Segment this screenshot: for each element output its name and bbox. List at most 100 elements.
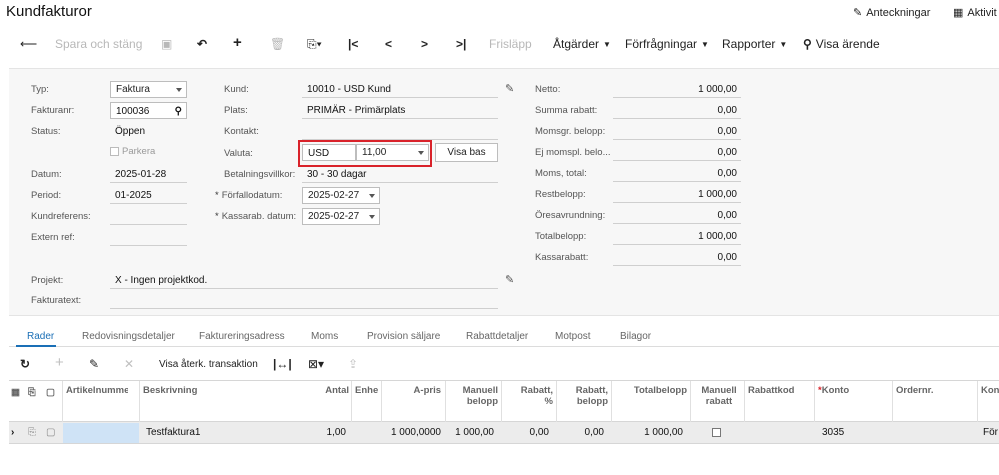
table-row[interactable]: › ⎘ ▢ Testfaktura1 1,00 1 000,0000 1 000…: [9, 422, 999, 444]
col-total[interactable]: Totalbelopp: [619, 385, 687, 396]
date-field[interactable]: 2025-01-28: [110, 166, 187, 183]
col-disc-code[interactable]: Rabattkod: [748, 385, 794, 396]
previous-record-button[interactable]: <: [385, 37, 392, 51]
total-cell[interactable]: 1 000,00: [619, 427, 683, 438]
project-field[interactable]: X - Ingen projektkod.: [110, 272, 498, 289]
external-ref-field[interactable]: [110, 229, 187, 246]
summary-label: Kassarabatt:: [535, 252, 589, 263]
back-button[interactable]: ⟵: [20, 37, 37, 51]
show-base-button[interactable]: Visa bas: [435, 143, 498, 162]
customer-ref-field[interactable]: [110, 208, 187, 225]
pencil-icon[interactable]: ✎: [505, 82, 514, 95]
tab-moms[interactable]: Moms: [311, 331, 338, 342]
search-icon[interactable]: ⚲: [175, 103, 182, 120]
desc-cell[interactable]: Testfaktura1: [146, 427, 200, 438]
due-date-field[interactable]: 2025-02-27: [302, 187, 380, 204]
customer-label: Kund:: [224, 84, 249, 95]
summary-value: 1 000,00: [613, 228, 741, 245]
col-item[interactable]: Artikelnumme: [66, 385, 128, 396]
col-account[interactable]: *Konto: [818, 385, 849, 396]
column-divider: [814, 381, 815, 423]
tab-divider: [9, 346, 999, 347]
customer-ref-label: Kundreferens:: [31, 211, 91, 222]
refresh-icon[interactable]: ↻: [20, 357, 30, 371]
copy-paste-button[interactable]: ⎘▾: [307, 37, 322, 52]
show-document-button[interactable]: ⚲ Visa ärende: [803, 37, 880, 51]
invoice-text-field[interactable]: [110, 292, 498, 309]
save-button[interactable]: ▣: [161, 37, 172, 51]
column-divider: [139, 381, 140, 423]
tab-faktureringsadress[interactable]: Faktureringsadress: [199, 331, 285, 342]
attachment-icon[interactable]: ⎘: [28, 427, 36, 438]
price-cell[interactable]: 1 000,0000: [381, 427, 441, 438]
hold-checkbox[interactable]: [110, 147, 119, 156]
summary-label: Öresavrundning:: [535, 210, 606, 221]
period-field[interactable]: 01-2025: [110, 187, 187, 204]
invoice-no-field[interactable]: 100036 ⚲: [110, 102, 187, 119]
pencil-icon[interactable]: ✎: [505, 273, 514, 286]
undo-button[interactable]: ↶: [197, 37, 207, 51]
summary-value: 0,00: [613, 165, 741, 182]
account-cell[interactable]: 3035: [822, 427, 844, 438]
delete-row-icon[interactable]: ✕: [124, 357, 134, 371]
col-disc-amt[interactable]: Rabatt, belopp: [559, 385, 608, 407]
invoice-text-label: Fakturatext:: [31, 295, 82, 306]
col-manual-disc[interactable]: Manuell rabatt: [693, 385, 745, 407]
col-manual-amount[interactable]: Manuell belopp: [447, 385, 498, 407]
col-price[interactable]: A-pris: [391, 385, 441, 396]
col-manual-amount-line2: belopp: [466, 396, 498, 407]
item-cell[interactable]: [63, 423, 139, 443]
save-close-button[interactable]: Spara och stäng: [55, 37, 142, 51]
col-disc-pct[interactable]: Rabatt,%: [504, 385, 553, 407]
col-disc-pct-line2: %: [544, 396, 553, 407]
grid-settings-icon[interactable]: ▦: [11, 387, 20, 398]
export-excel-icon[interactable]: ⊠▾: [308, 357, 324, 371]
contact-field[interactable]: [302, 123, 498, 140]
edit-icon[interactable]: ✎: [89, 357, 99, 371]
terms-field[interactable]: 30 - 30 dagar: [302, 166, 498, 183]
qty-cell[interactable]: 1,00: [309, 427, 346, 438]
show-transaction-button[interactable]: Visa återk. transaktion: [159, 359, 258, 370]
first-record-button[interactable]: |<: [348, 37, 358, 51]
col-order-no[interactable]: Ordernr.: [896, 385, 934, 396]
customer-field[interactable]: 10010 - USD Kund: [302, 81, 498, 98]
location-field[interactable]: PRIMÄR - Primärplats: [302, 102, 498, 119]
release-button[interactable]: Frisläpp: [489, 37, 532, 51]
row-selector-icon[interactable]: ›: [11, 427, 14, 438]
due-date-label: * Förfallodatum:: [215, 190, 282, 201]
actions-menu[interactable]: Åtgärder ▼: [553, 37, 611, 51]
reports-menu[interactable]: Rapporter ▼: [722, 37, 787, 51]
tab-bilagor[interactable]: Bilagor: [620, 331, 651, 342]
tab-redovisningsdetaljer[interactable]: Redovisningsdetaljer: [82, 331, 175, 342]
upload-icon[interactable]: ⇪: [348, 357, 358, 371]
disc-amt-cell[interactable]: 0,00: [559, 427, 604, 438]
add-row-icon[interactable]: +: [55, 354, 64, 371]
add-button[interactable]: +: [233, 34, 242, 51]
col-qty[interactable]: Antal: [309, 385, 349, 396]
fit-width-icon[interactable]: |↔|: [273, 357, 292, 371]
col-unit[interactable]: Enhe: [355, 385, 378, 396]
tab-provision-saljare[interactable]: Provision säljare: [367, 331, 440, 342]
search-icon: ⚲: [803, 37, 812, 51]
activities-link[interactable]: ▦ Aktivit: [953, 6, 997, 20]
note-icon[interactable]: ▢: [46, 427, 55, 438]
next-record-button[interactable]: >: [421, 37, 428, 51]
col-desc[interactable]: Beskrivning: [143, 385, 197, 396]
activities-label: Aktivit: [967, 6, 997, 19]
more-cell[interactable]: För: [983, 427, 998, 438]
highlight-box: [298, 140, 432, 167]
notes-link[interactable]: ✎ Anteckningar: [853, 6, 930, 20]
disc-pct-cell[interactable]: 0,00: [504, 427, 549, 438]
tab-rabattdetaljer[interactable]: Rabattdetaljer: [466, 331, 528, 342]
cash-disc-date-field[interactable]: 2025-02-27: [302, 208, 380, 225]
last-record-button[interactable]: >|: [456, 37, 466, 51]
manual-amount-cell[interactable]: 1 000,00: [447, 427, 494, 438]
tab-motpost[interactable]: Motpost: [555, 331, 591, 342]
tab-rader[interactable]: Rader: [27, 331, 54, 342]
type-select[interactable]: Faktura: [110, 81, 187, 98]
inquiries-menu[interactable]: Förfrågningar ▼: [625, 37, 709, 51]
col-more[interactable]: Kon: [981, 385, 999, 396]
delete-button[interactable]: 🗑: [270, 37, 285, 51]
grid-header: ▦ ⎘ ▢ Artikelnumme Beskrivning Antal Enh…: [9, 380, 999, 423]
manual-disc-checkbox[interactable]: [712, 428, 721, 437]
